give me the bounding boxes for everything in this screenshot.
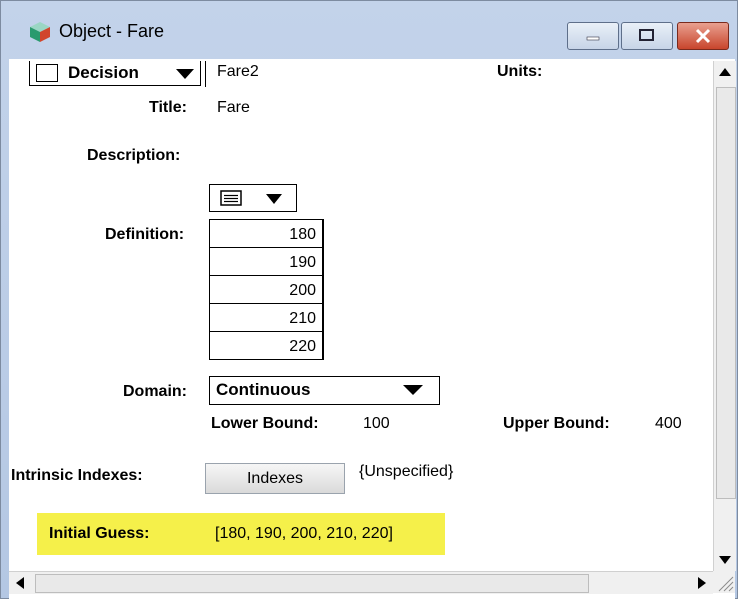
domain-value: Continuous	[216, 380, 311, 399]
list-icon	[220, 190, 242, 206]
initial-guess-field[interactable]: [180, 190, 200, 210, 220]	[215, 525, 393, 543]
intrinsic-indexes-value: {Unspecified}	[359, 463, 454, 480]
object-window: Object - Fare Decision Fare2 Units: Titl…	[0, 0, 738, 599]
resize-grip-icon	[718, 576, 734, 592]
arrow-right-icon	[698, 577, 706, 589]
definition-cell[interactable]: 210	[210, 303, 323, 331]
definition-cell[interactable]: 190	[210, 247, 323, 275]
description-label: Description:	[87, 147, 181, 164]
upper-bound-label: Upper Bound:	[503, 415, 610, 432]
scroll-up-button[interactable]	[714, 61, 736, 83]
definition-cell[interactable]: 180	[210, 219, 323, 247]
upper-bound-field[interactable]: 400	[655, 415, 682, 433]
units-label: Units:	[497, 63, 543, 80]
resize-grip[interactable]	[713, 571, 735, 593]
minimize-icon	[586, 36, 600, 41]
domain-dropdown[interactable]: Continuous	[209, 376, 440, 405]
divider	[205, 61, 206, 87]
scroll-down-button[interactable]	[714, 549, 736, 571]
class-dropdown[interactable]: Decision	[29, 61, 201, 86]
initial-guess-label: Initial Guess:	[49, 525, 150, 542]
domain-label: Domain:	[123, 383, 187, 400]
lower-bound-field[interactable]: 100	[363, 415, 390, 433]
chevron-down-icon	[266, 194, 282, 204]
class-label: Decision	[68, 63, 139, 82]
scroll-right-button[interactable]	[691, 572, 713, 594]
vertical-scroll-thumb[interactable]	[716, 87, 736, 499]
identifier-field[interactable]: Fare2	[217, 63, 259, 81]
horizontal-scroll-thumb[interactable]	[35, 574, 589, 593]
horizontal-scrollbar[interactable]	[9, 571, 713, 594]
arrow-up-icon	[719, 68, 731, 76]
minimize-button[interactable]	[567, 22, 619, 50]
definition-type-dropdown[interactable]	[209, 184, 297, 212]
arrow-down-icon	[719, 556, 731, 564]
chevron-down-icon	[403, 385, 423, 395]
title-field[interactable]: Fare	[217, 99, 250, 117]
scroll-left-button[interactable]	[9, 572, 31, 594]
maximize-icon	[639, 29, 654, 41]
title-bar[interactable]: Object - Fare	[1, 1, 737, 59]
close-icon	[695, 28, 711, 44]
app-icon	[30, 22, 50, 42]
definition-cell[interactable]: 200	[210, 275, 323, 303]
chevron-down-icon	[176, 69, 194, 79]
arrow-left-icon	[16, 577, 24, 589]
window-title: Object - Fare	[59, 21, 165, 41]
vertical-scrollbar[interactable]	[713, 61, 736, 571]
lower-bound-label: Lower Bound:	[211, 415, 319, 432]
definition-label: Definition:	[105, 226, 185, 243]
indexes-button[interactable]: Indexes	[205, 463, 345, 494]
title-label: Title:	[149, 99, 187, 116]
close-button[interactable]	[677, 22, 729, 50]
maximize-button[interactable]	[621, 22, 673, 50]
class-checkbox-icon	[36, 64, 58, 82]
intrinsic-indexes-label: Intrinsic Indexes:	[11, 467, 143, 484]
definition-cell[interactable]: 220	[210, 331, 323, 359]
definition-table: 180 190 200 210 220	[209, 219, 324, 360]
